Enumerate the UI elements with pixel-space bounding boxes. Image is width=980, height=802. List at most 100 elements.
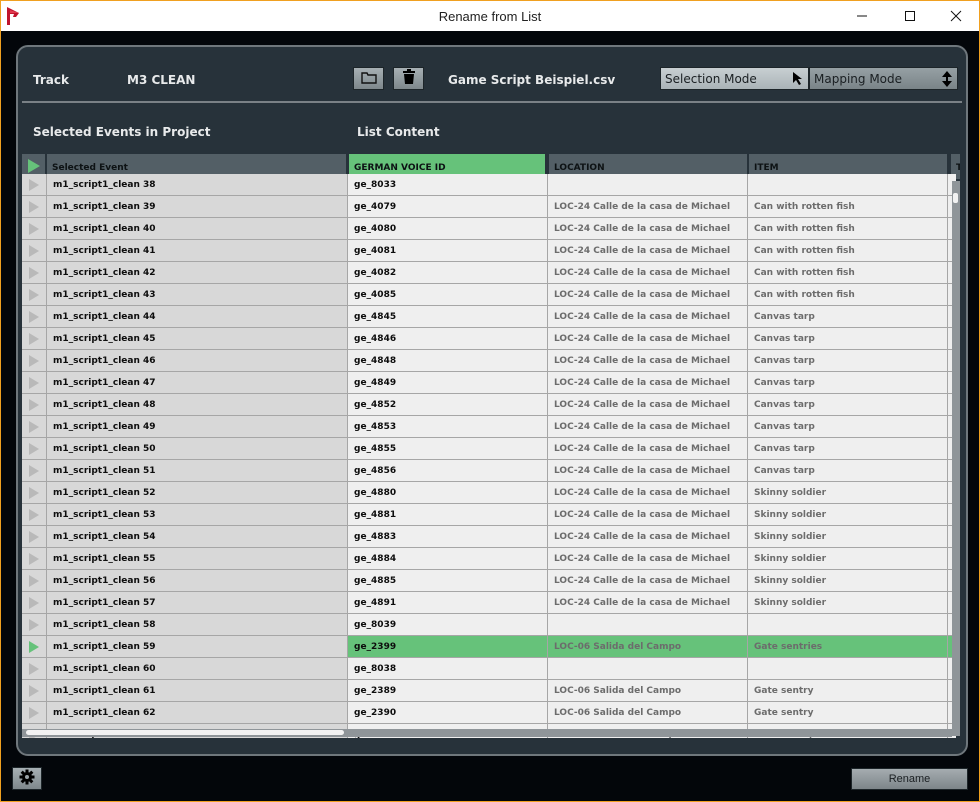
item-cell[interactable]: Canvas tarp: [748, 438, 948, 459]
selected-event-cell[interactable]: m1_script1_clean 61: [47, 680, 348, 701]
voice-id-cell[interactable]: ge_4855: [348, 438, 548, 459]
row-play-button[interactable]: [22, 218, 47, 239]
row-play-button[interactable]: [22, 460, 47, 481]
location-cell[interactable]: LOC-24 Calle de la casa de Michael: [548, 218, 748, 239]
selected-event-cell[interactable]: m1_script1_clean 51: [47, 460, 348, 481]
voice-id-cell[interactable]: ge_4846: [348, 328, 548, 349]
table-row[interactable]: m1_script1_clean 53 ge_4881 LOC-24 Calle d…: [22, 504, 956, 526]
item-cell[interactable]: Skinny soldier: [748, 570, 948, 591]
selected-event-cell[interactable]: m1_script1_clean 46: [47, 350, 348, 371]
horizontal-scroll-thumb[interactable]: [26, 730, 344, 735]
voice-id-cell[interactable]: ge_4085: [348, 284, 548, 305]
location-cell[interactable]: LOC-24 Calle de la casa de Michael: [548, 482, 748, 503]
vertical-scroll-thumb[interactable]: [953, 193, 958, 203]
table-row[interactable]: m1_script1_clean 58 ge_8039: [22, 614, 956, 636]
location-cell[interactable]: [548, 174, 748, 195]
item-cell[interactable]: [748, 614, 948, 635]
row-play-button[interactable]: [22, 416, 47, 437]
row-play-button[interactable]: [22, 438, 47, 459]
row-play-button[interactable]: [22, 372, 47, 393]
item-cell[interactable]: Skinny soldier: [748, 526, 948, 547]
row-play-button[interactable]: [22, 350, 47, 371]
location-cell[interactable]: LOC-24 Calle de la casa de Michael: [548, 372, 748, 393]
row-play-button[interactable]: [22, 658, 47, 679]
mapping-mode-dropdown[interactable]: Mapping Mode: [809, 67, 958, 90]
location-cell[interactable]: LOC-24 Calle de la casa de Michael: [548, 570, 748, 591]
item-cell[interactable]: Canvas tarp: [748, 328, 948, 349]
location-cell[interactable]: LOC-24 Calle de la casa de Michael: [548, 592, 748, 613]
close-button[interactable]: [933, 1, 979, 31]
table-row[interactable]: m1_script1_clean 43 ge_4085 LOC-24 Calle d…: [22, 284, 956, 306]
item-cell[interactable]: Can with rotten fish: [748, 218, 948, 239]
voice-id-cell[interactable]: ge_4881: [348, 504, 548, 525]
row-play-button[interactable]: [22, 548, 47, 569]
table-row[interactable]: m1_script1_clean 61 ge_2389 LOC-06 Salida …: [22, 680, 956, 702]
item-cell[interactable]: Gate sentries: [748, 636, 948, 657]
location-cell[interactable]: LOC-06 Salida del Campo: [548, 636, 748, 657]
selected-event-cell[interactable]: m1_script1_clean 42: [47, 262, 348, 283]
selected-event-cell[interactable]: m1_script1_clean 56: [47, 570, 348, 591]
selected-event-cell[interactable]: m1_script1_clean 52: [47, 482, 348, 503]
row-play-button[interactable]: [22, 482, 47, 503]
selected-event-cell[interactable]: m1_script1_clean 50: [47, 438, 348, 459]
selected-event-cell[interactable]: m1_script1_clean 54: [47, 526, 348, 547]
row-play-button[interactable]: [22, 504, 47, 525]
voice-id-cell[interactable]: ge_4853: [348, 416, 548, 437]
selected-event-cell[interactable]: m1_script1_clean 41: [47, 240, 348, 261]
voice-id-cell[interactable]: ge_4883: [348, 526, 548, 547]
table-row[interactable]: m1_script1_clean 39 ge_4079 LOC-24 Calle d…: [22, 196, 956, 218]
location-cell[interactable]: LOC-24 Calle de la casa de Michael: [548, 284, 748, 305]
row-play-button[interactable]: [22, 592, 47, 613]
table-row[interactable]: m1_script1_clean 54 ge_4883 LOC-24 Calle d…: [22, 526, 956, 548]
item-cell[interactable]: Canvas tarp: [748, 350, 948, 371]
table-row[interactable]: m1_script1_clean 48 ge_4852 LOC-24 Calle d…: [22, 394, 956, 416]
maximize-button[interactable]: [887, 1, 933, 31]
item-cell[interactable]: [748, 174, 948, 195]
location-cell[interactable]: [548, 614, 748, 635]
voice-id-cell[interactable]: ge_4880: [348, 482, 548, 503]
location-cell[interactable]: LOC-06 Salida del Campo: [548, 680, 748, 701]
delete-list-button[interactable]: [393, 67, 424, 90]
row-play-button[interactable]: [22, 328, 47, 349]
row-play-button[interactable]: [22, 702, 47, 723]
table-row[interactable]: m1_script1_clean 57 ge_4891 LOC-24 Calle d…: [22, 592, 956, 614]
item-cell[interactable]: Skinny soldier: [748, 482, 948, 503]
table-row[interactable]: m1_script1_clean 60 ge_8038: [22, 658, 956, 680]
selected-event-cell[interactable]: m1_script1_clean 55: [47, 548, 348, 569]
table-row[interactable]: m1_script1_clean 44 ge_4845 LOC-24 Calle d…: [22, 306, 956, 328]
table-row[interactable]: m1_script1_clean 45 ge_4846 LOC-24 Calle d…: [22, 328, 956, 350]
item-cell[interactable]: Can with rotten fish: [748, 284, 948, 305]
voice-id-cell[interactable]: ge_4856: [348, 460, 548, 481]
location-cell[interactable]: LOC-24 Calle de la casa de Michael: [548, 196, 748, 217]
table-row[interactable]: m1_script1_clean 38 ge_8033: [22, 174, 956, 196]
selected-event-cell[interactable]: m1_script1_clean 49: [47, 416, 348, 437]
item-cell[interactable]: Gate sentry: [748, 702, 948, 723]
voice-id-cell[interactable]: ge_4849: [348, 372, 548, 393]
row-play-button[interactable]: [22, 240, 47, 261]
table-row[interactable]: m1_script1_clean 52 ge_4880 LOC-24 Calle d…: [22, 482, 956, 504]
selected-event-cell[interactable]: m1_script1_clean 39: [47, 196, 348, 217]
selected-event-cell[interactable]: m1_script1_clean 45: [47, 328, 348, 349]
row-play-button[interactable]: [22, 196, 47, 217]
row-play-button[interactable]: [22, 680, 47, 701]
row-play-button[interactable]: [22, 614, 47, 635]
voice-id-cell[interactable]: ge_8033: [348, 174, 548, 195]
item-cell[interactable]: Can with rotten fish: [748, 196, 948, 217]
table-row[interactable]: m1_script1_clean 62 ge_2390 LOC-06 Salida …: [22, 702, 956, 724]
row-play-button[interactable]: [22, 262, 47, 283]
item-cell[interactable]: Skinny soldier: [748, 592, 948, 613]
voice-id-cell[interactable]: ge_4079: [348, 196, 548, 217]
row-play-button[interactable]: [22, 174, 47, 195]
voice-id-cell[interactable]: ge_8038: [348, 658, 548, 679]
voice-id-cell[interactable]: ge_4845: [348, 306, 548, 327]
selected-event-cell[interactable]: m1_script1_clean 59: [47, 636, 348, 657]
horizontal-scrollbar[interactable]: [22, 729, 952, 737]
item-cell[interactable]: Canvas tarp: [748, 372, 948, 393]
open-file-button[interactable]: [353, 67, 384, 90]
voice-id-cell[interactable]: ge_4891: [348, 592, 548, 613]
selected-event-cell[interactable]: m1_script1_clean 38: [47, 174, 348, 195]
location-cell[interactable]: LOC-24 Calle de la casa de Michael: [548, 416, 748, 437]
table-row[interactable]: m1_script1_clean 49 ge_4853 LOC-24 Calle d…: [22, 416, 956, 438]
item-cell[interactable]: Canvas tarp: [748, 394, 948, 415]
voice-id-cell[interactable]: ge_4080: [348, 218, 548, 239]
